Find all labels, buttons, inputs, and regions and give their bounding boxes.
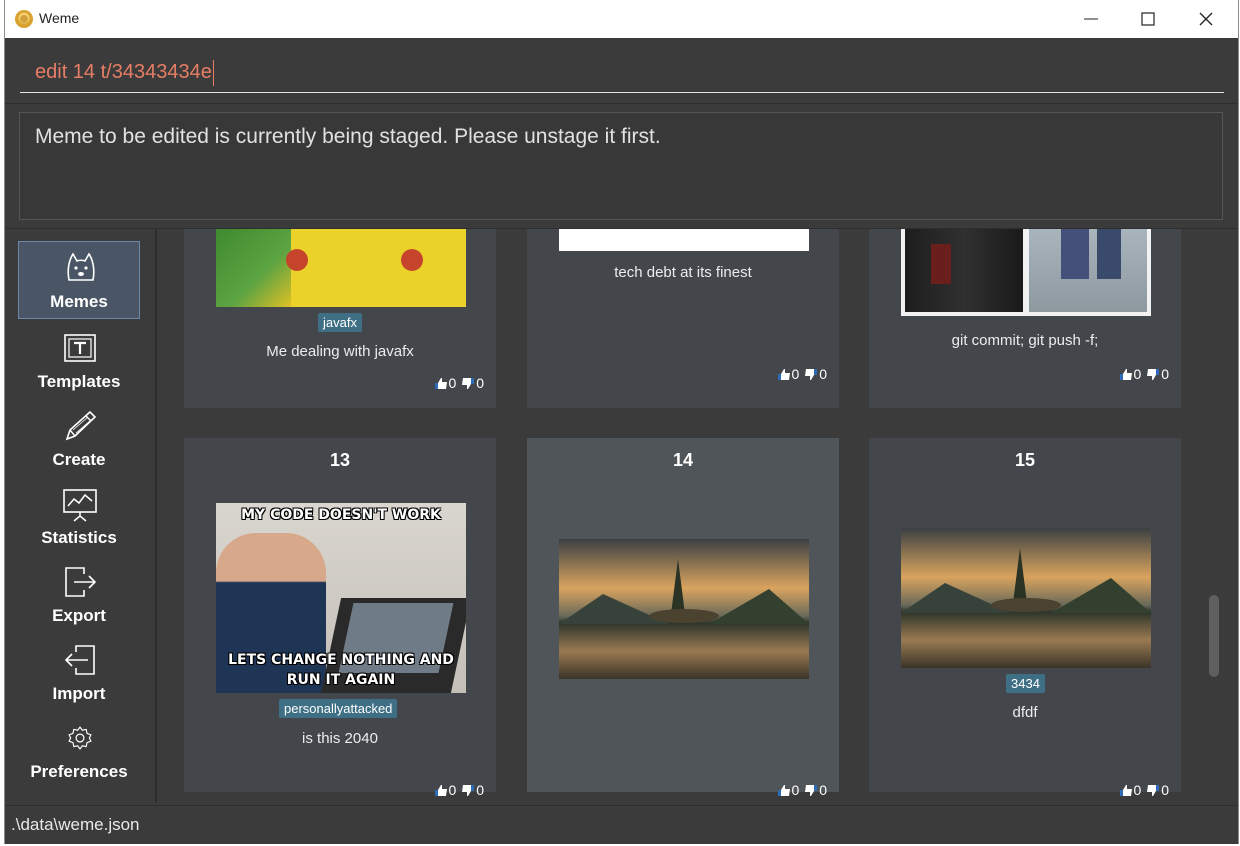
meme-index: 13 (329, 450, 351, 470)
window-title: Weme (39, 10, 80, 26)
sidebar-item-templates[interactable]: Templates (18, 322, 140, 400)
dislike-count: 0 (1161, 782, 1169, 798)
import-icon (64, 645, 95, 675)
meme-caption-top: MY CODE DOESN'T WORK (241, 507, 441, 523)
thumbs-up-icon[interactable] (1119, 369, 1132, 380)
storage-path: .\data\weme.json (11, 815, 140, 834)
export-icon (65, 567, 97, 597)
minimize-icon (1084, 18, 1098, 20)
sidebar-item-label: Preferences (30, 762, 128, 781)
like-count: 0 (1133, 782, 1142, 798)
doge-icon (67, 252, 95, 281)
sidebar-item-label: Memes (50, 292, 108, 311)
thumbs-down-icon[interactable] (462, 785, 475, 796)
meme-description: git commit; git push -f; (951, 332, 1099, 349)
sidebar-item-import[interactable]: Import (18, 634, 140, 712)
meme-votes: 0 0 (433, 375, 484, 391)
thumbs-down-icon[interactable] (1147, 369, 1160, 380)
like-count: 0 (448, 782, 457, 798)
meme-tag: javafx (318, 313, 362, 332)
app-window: Weme edit 14 t/34343434e Meme to be edit… (5, 0, 1238, 844)
like-count: 0 (448, 375, 457, 391)
sidebar-item-label: Export (52, 606, 106, 625)
status-bar: .\data\weme.json (5, 805, 1238, 844)
meme-description: Me dealing with javafx (266, 343, 414, 360)
sidebar-item-export[interactable]: Export (18, 556, 140, 634)
result-message: Meme to be edited is currently being sta… (35, 125, 661, 148)
meme-image-techdebt (559, 229, 809, 251)
meme-votes: 0 0 (1118, 782, 1169, 798)
thumbs-up-icon[interactable] (434, 785, 447, 796)
dislike-count: 0 (1161, 366, 1169, 382)
meme-card-selected[interactable]: 14 0 0 (527, 438, 839, 798)
result-display: Meme to be edited is currently being sta… (5, 103, 1238, 230)
meme-votes: 0 0 (776, 366, 827, 382)
minimize-button[interactable] (1068, 0, 1114, 38)
like-count: 0 (791, 782, 800, 798)
meme-description: dfdf (1012, 704, 1038, 721)
meme-card[interactable]: tech debt at its finest 0 0 (527, 229, 839, 408)
sidebar-item-label: Create (52, 450, 106, 469)
command-box: edit 14 t/34343434e (5, 38, 1238, 103)
meme-index: 15 (1014, 450, 1036, 470)
sidebar-item-label: Import (52, 684, 106, 703)
sidebar-item-preferences[interactable]: Preferences (18, 718, 140, 796)
meme-tag: 3434 (1006, 674, 1045, 693)
sidebar-item-label: Templates (37, 372, 121, 391)
meme-caption-bottom: LETS CHANGE NOTHING AND RUN IT AGAIN (228, 652, 454, 688)
meme-votes: 0 0 (776, 782, 827, 798)
meme-card[interactable]: 15 3434 dfdf 0 0 (869, 438, 1181, 798)
sidebar: Memes Templates Create Statistics Export… (5, 229, 157, 803)
gear-icon (68, 726, 92, 750)
title-bar: Weme (5, 0, 1238, 38)
command-text: edit 14 t/34343434e (35, 61, 212, 83)
meme-card[interactable]: git commit; git push -f; 0 0 (869, 229, 1181, 408)
sidebar-item-label: Statistics (41, 528, 117, 547)
dislike-count: 0 (476, 782, 484, 798)
close-button[interactable] (1183, 0, 1229, 38)
sidebar-item-memes[interactable]: Memes (18, 241, 140, 319)
text-caret (212, 59, 214, 86)
meme-description: is this 2040 (302, 730, 378, 747)
meme-image-pikachu (216, 229, 466, 307)
thumbs-up-icon[interactable] (777, 369, 790, 380)
thumbs-up-icon[interactable] (1119, 785, 1132, 796)
dislike-count: 0 (476, 375, 484, 391)
thumbs-down-icon[interactable] (462, 378, 475, 389)
meme-index: 14 (672, 450, 694, 470)
meme-tag: personallyattacked (279, 699, 398, 718)
app-logo-icon (15, 10, 33, 28)
vertical-scrollbar[interactable] (1207, 229, 1221, 803)
thumbs-up-icon[interactable] (777, 785, 790, 796)
sidebar-item-create[interactable]: Create (18, 400, 140, 478)
like-count: 0 (1133, 366, 1142, 382)
dislike-count: 0 (819, 782, 827, 798)
result-message-box[interactable]: Meme to be edited is currently being sta… (19, 112, 1223, 220)
thumbs-up-icon[interactable] (434, 378, 447, 389)
scrollbar-thumb[interactable] (1209, 595, 1219, 677)
template-icon (64, 334, 96, 362)
thumbs-down-icon[interactable] (805, 369, 818, 380)
meme-image-landscape (901, 528, 1151, 668)
close-icon (1199, 12, 1213, 26)
meme-card[interactable]: 13 MY CODE DOESN'T WORK LETS CHANGE NOTH… (184, 438, 496, 798)
meme-image-gitpush (901, 229, 1151, 316)
meme-grid: javafx Me dealing with javafx 0 0 tech d… (157, 229, 1238, 803)
meme-votes: 0 0 (433, 782, 484, 798)
meme-image-code: MY CODE DOESN'T WORK LETS CHANGE NOTHING… (216, 503, 466, 693)
pencil-icon (65, 410, 97, 441)
command-input[interactable]: edit 14 t/34343434e (20, 57, 1224, 93)
thumbs-down-icon[interactable] (805, 785, 818, 796)
like-count: 0 (791, 366, 800, 382)
dislike-count: 0 (819, 366, 827, 382)
meme-votes: 0 0 (1118, 366, 1169, 382)
chart-board-icon (63, 489, 97, 522)
meme-image-landscape (559, 539, 809, 679)
thumbs-down-icon[interactable] (1147, 785, 1160, 796)
maximize-button[interactable] (1125, 0, 1171, 38)
sidebar-item-statistics[interactable]: Statistics (18, 478, 140, 556)
meme-card[interactable]: javafx Me dealing with javafx 0 0 (184, 229, 496, 408)
maximize-icon (1141, 12, 1155, 26)
meme-description: tech debt at its finest (614, 264, 752, 281)
